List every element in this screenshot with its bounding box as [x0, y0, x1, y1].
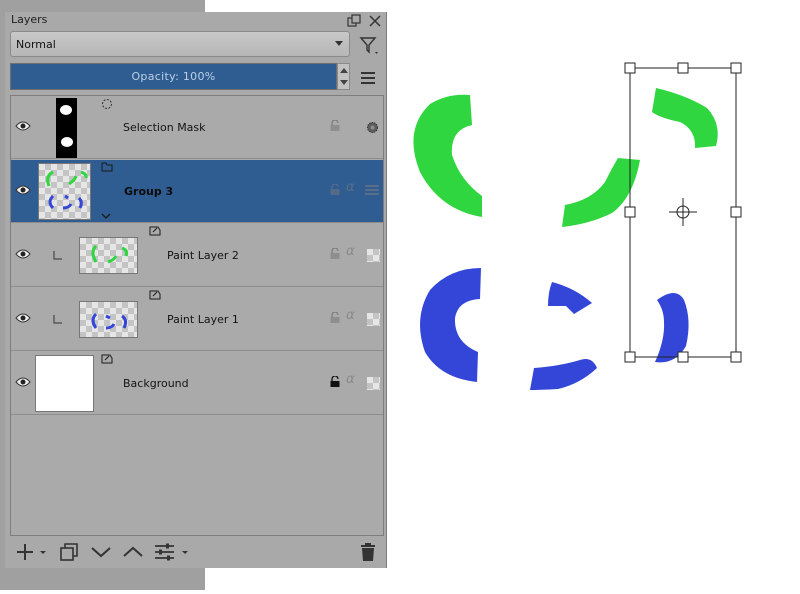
eye-icon[interactable]: [15, 120, 31, 132]
eye-icon[interactable]: [15, 248, 31, 260]
lock-icon[interactable]: [329, 120, 341, 132]
background-strip-bottom: [0, 568, 205, 590]
properties-icon[interactable]: [154, 543, 190, 561]
layer-list: Selection Mask Group 3 α Paint Layer 2 α…: [10, 95, 384, 536]
layer-thumbnail: [79, 301, 138, 338]
layers-docker: Layers Normal Opacity: 100% Selection Ma…: [5, 12, 387, 568]
filter-icon[interactable]: [359, 35, 381, 57]
canvas[interactable]: [387, 0, 800, 590]
opacity-spinbox[interactable]: [337, 63, 350, 90]
transform-handle-icon[interactable]: [677, 351, 689, 363]
blue-stroke: [530, 359, 597, 390]
layer-row-paint-layer-1[interactable]: Paint Layer 1 α: [11, 288, 383, 351]
blend-mode-select[interactable]: Normal: [10, 31, 350, 57]
docker-title: Layers: [11, 13, 48, 26]
transparency-checker-icon[interactable]: [367, 249, 380, 262]
transform-handle-icon[interactable]: [624, 206, 636, 218]
layer-name[interactable]: Paint Layer 1: [167, 313, 239, 326]
move-up-icon[interactable]: [122, 544, 144, 560]
layer-name[interactable]: Paint Layer 2: [167, 249, 239, 262]
spin-down-icon[interactable]: [340, 80, 348, 85]
alpha-icon[interactable]: α: [346, 372, 355, 387]
layer-row-group-3[interactable]: Group 3 α: [11, 160, 383, 223]
layer-name[interactable]: Selection Mask: [123, 121, 206, 134]
opacity-label: Opacity: 100%: [131, 70, 216, 83]
transform-handle-icon[interactable]: [677, 62, 689, 74]
transform-handle-icon[interactable]: [730, 351, 742, 363]
transform-handle-icon[interactable]: [730, 206, 742, 218]
layer-row-paint-layer-2[interactable]: Paint Layer 2 α: [11, 224, 383, 287]
lock-icon[interactable]: [329, 376, 341, 388]
move-down-icon[interactable]: [90, 544, 112, 560]
green-stroke: [413, 94, 482, 217]
lock-icon[interactable]: [329, 248, 341, 260]
layer-name[interactable]: Group 3: [124, 185, 173, 198]
blend-mode-value: Normal: [16, 38, 56, 51]
layer-row-background[interactable]: Background α: [11, 352, 383, 415]
transform-origin-icon[interactable]: [669, 198, 697, 226]
blue-stroke: [420, 268, 481, 382]
blue-stroke: [548, 282, 592, 314]
indent-line-icon: [53, 251, 62, 260]
chevron-down-icon[interactable]: [100, 210, 112, 222]
menu-icon[interactable]: [361, 72, 375, 84]
paint-layer-icon: [101, 354, 113, 364]
background-strip-top: [0, 0, 205, 12]
close-icon[interactable]: [368, 14, 382, 28]
float-icon[interactable]: [347, 14, 361, 28]
eye-icon[interactable]: [15, 376, 31, 388]
lock-icon[interactable]: [329, 184, 341, 196]
lock-icon[interactable]: [329, 312, 341, 324]
paint-layer-icon: [149, 290, 161, 300]
pass-through-icon[interactable]: [365, 184, 379, 196]
transform-handle-icon[interactable]: [624, 351, 636, 363]
alpha-icon[interactable]: α: [346, 244, 355, 259]
transform-handle-icon[interactable]: [730, 62, 742, 74]
transparency-checker-icon[interactable]: [367, 377, 380, 390]
canvas-drawing: [413, 62, 742, 390]
eye-icon[interactable]: [15, 184, 31, 196]
layer-thumbnail: [38, 163, 91, 220]
spin-up-icon[interactable]: [340, 68, 348, 73]
transform-handle-icon[interactable]: [624, 62, 636, 74]
layer-name[interactable]: Background: [123, 377, 189, 390]
eye-icon[interactable]: [15, 312, 31, 324]
layer-thumbnail: [56, 98, 77, 158]
delete-icon[interactable]: [359, 542, 377, 562]
alpha-icon[interactable]: α: [346, 180, 355, 195]
opacity-slider[interactable]: Opacity: 100%: [10, 63, 337, 90]
layer-row-selection-mask[interactable]: Selection Mask: [11, 96, 383, 159]
indent-line-icon: [53, 315, 62, 324]
selection-mask-icon: [102, 99, 112, 109]
add-icon[interactable]: [15, 542, 47, 562]
green-stroke: [652, 88, 718, 148]
group-layer-icon: [101, 162, 113, 172]
layer-thumbnail: [35, 355, 94, 412]
duplicate-icon[interactable]: [59, 542, 79, 562]
paint-layer-icon: [149, 226, 161, 236]
gear-icon[interactable]: [366, 121, 379, 134]
layer-thumbnail: [79, 237, 138, 274]
transparency-checker-icon[interactable]: [367, 313, 380, 326]
alpha-icon[interactable]: α: [346, 308, 355, 323]
chevron-down-icon: [335, 41, 343, 46]
